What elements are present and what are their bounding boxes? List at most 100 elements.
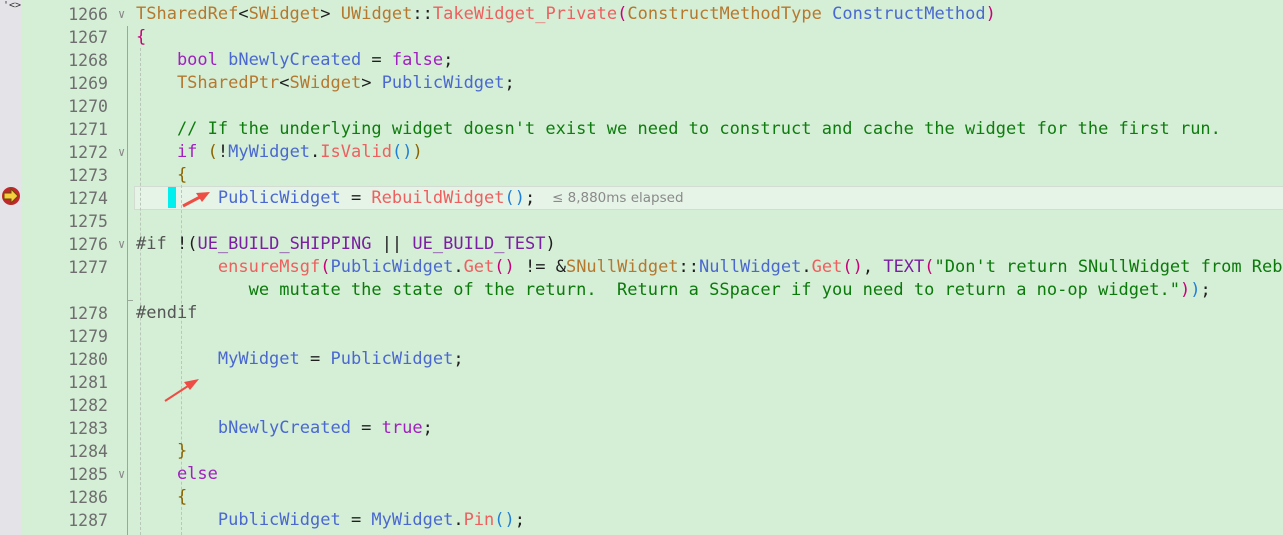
code-token: bool: [136, 50, 229, 70]
code-token: UWidget: [340, 4, 413, 24]
code-token: {: [136, 165, 188, 185]
code-token: (): [842, 257, 863, 277]
red-arrow-icon: [164, 379, 199, 402]
code-token: we mutate the state of the return. Retur…: [136, 280, 1180, 300]
code-token: .: [453, 257, 464, 277]
fold-guide: [127, 256, 128, 278]
code-token: ): [1190, 280, 1201, 300]
code-token: UE_BUILD_TEST: [412, 234, 546, 254]
code-token: =: [340, 188, 372, 208]
code-line[interactable]: }: [136, 440, 187, 463]
code-line[interactable]: // If the underlying widget doesn't exis…: [136, 118, 1221, 141]
code-token: Get: [463, 257, 495, 277]
code-token: <: [238, 4, 249, 24]
code-token: .: [310, 142, 321, 162]
code-line[interactable]: {: [136, 486, 187, 509]
line-number: 1270: [68, 97, 108, 116]
line-number: 1272: [68, 143, 108, 162]
code-line[interactable]: {: [136, 26, 146, 49]
line-number: 1277: [68, 258, 108, 277]
line-number: 1287: [68, 511, 108, 530]
code-line[interactable]: we mutate the state of the return. Retur…: [136, 279, 1211, 302]
code-token: ;: [453, 349, 464, 369]
code-token: MyWidget: [136, 349, 300, 369]
code-line[interactable]: PublicWidget = MyWidget.Pin();: [136, 509, 525, 532]
code-line[interactable]: ensureMsgf(PublicWidget.Get() != &SNullW…: [136, 256, 1283, 279]
code-token: .: [801, 257, 812, 277]
code-line[interactable]: bNewlyCreated = true;: [136, 417, 433, 440]
indicator-margin[interactable]: '<>: [0, 0, 22, 535]
code-line[interactable]: MyWidget = PublicWidget;: [136, 348, 464, 371]
line-number: 1275: [68, 212, 108, 231]
chevron-down-icon[interactable]: ∨: [118, 3, 125, 26]
code-token: TSharedRef: [136, 4, 239, 24]
breakpoint-arrow-icon[interactable]: [1, 186, 23, 208]
code-token: =: [340, 510, 372, 530]
line-number: 1271: [68, 120, 108, 139]
code-line[interactable]: bool bNewlyCreated = false;: [136, 49, 453, 72]
line-number: 1281: [68, 373, 108, 392]
code-token: if: [136, 142, 208, 162]
fold-guide-end: [127, 300, 133, 301]
code-token: }: [136, 441, 188, 461]
line-number: 1266: [68, 5, 108, 24]
code-token: !: [176, 234, 188, 254]
line-number: 1285: [68, 465, 108, 484]
code-tag: '<>: [3, 0, 22, 11]
code-line[interactable]: PublicWidget = RebuildWidget();: [136, 187, 535, 210]
code-line[interactable]: else: [136, 463, 218, 486]
code-line[interactable]: TSharedRef<SWidget> UWidget::TakeWidget_…: [136, 3, 996, 26]
code-token: ;: [524, 188, 536, 208]
code-token: Pin: [463, 510, 495, 530]
code-token: =: [361, 50, 392, 70]
code-token: true: [381, 418, 423, 438]
code-token: (): [494, 257, 515, 277]
code-token: ;: [1200, 280, 1211, 300]
code-line[interactable]: if (!MyWidget.IsValid()): [136, 141, 423, 164]
code-token: TEXT: [883, 257, 925, 277]
code-token: PublicWidget: [330, 349, 454, 369]
code-token: PublicWidget: [381, 73, 505, 93]
code-token: TakeWidget_Private: [432, 4, 618, 24]
code-token: TSharedPtr: [136, 73, 280, 93]
line-number: 1286: [68, 488, 108, 507]
code-token: ensureMsgf: [136, 257, 321, 277]
code-line[interactable]: #endif: [136, 302, 197, 325]
code-token: #endif: [136, 303, 198, 323]
chevron-down-icon[interactable]: ∨: [118, 233, 125, 256]
chevron-down-icon[interactable]: ∨: [118, 463, 125, 486]
code-line[interactable]: {: [136, 164, 187, 187]
chevron-down-icon[interactable]: ∨: [118, 141, 125, 164]
code-token: !: [217, 142, 229, 162]
code-token: ;: [514, 510, 526, 530]
code-line[interactable]: TSharedPtr<SWidget> PublicWidget;: [136, 72, 515, 95]
code-token: ;: [443, 50, 454, 70]
code-token: ConstructMethod: [832, 4, 986, 24]
code-token: NullWidget: [699, 257, 802, 277]
code-token: (): [504, 188, 525, 208]
code-token: Get: [811, 257, 843, 277]
code-token: SWidget: [289, 73, 362, 93]
line-number: 1268: [68, 51, 108, 70]
line-number: [40, 279, 108, 302]
code-token: ::: [678, 257, 700, 277]
code-token: else: [136, 464, 218, 484]
code-token: != &: [514, 257, 566, 277]
code-token: ): [985, 4, 996, 24]
line-number: 1279: [68, 327, 108, 346]
code-token: ,: [862, 257, 884, 277]
line-number: 1280: [68, 350, 108, 369]
fold-guide: [127, 300, 128, 535]
code-line[interactable]: #if !(UE_BUILD_SHIPPING || UE_BUILD_TEST…: [136, 233, 556, 256]
line-number: 1278: [68, 304, 108, 323]
code-token: (: [320, 257, 331, 277]
line-number: 1269: [68, 74, 108, 93]
code-token: MyWidget: [371, 510, 454, 530]
code-token: ): [412, 142, 423, 162]
code-token: ConstructMethodType: [627, 4, 822, 24]
code-token: PublicWidget: [330, 257, 454, 277]
line-number: 1274: [68, 189, 108, 208]
code-token: {: [136, 27, 147, 47]
code-token: (): [494, 510, 515, 530]
